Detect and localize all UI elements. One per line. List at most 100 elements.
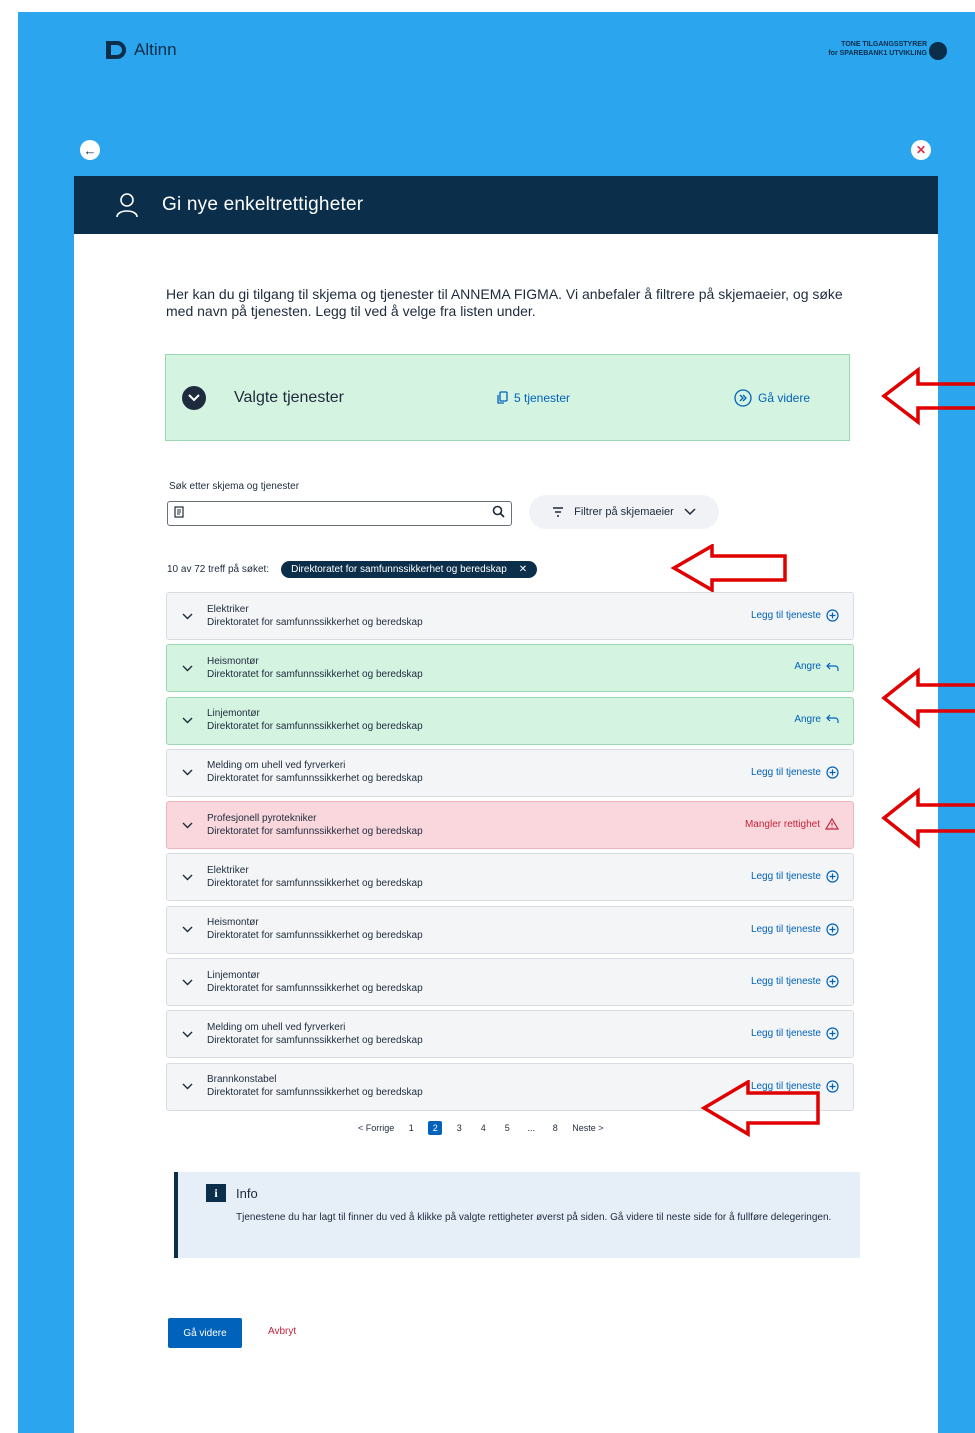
info-body: Tjenestene du har lagt til finner du ved… — [236, 1212, 832, 1223]
copy-icon — [497, 391, 508, 404]
service-owner: Direktoratet for samfunnssikkerhet og be… — [207, 721, 423, 733]
chevron-down-icon — [684, 508, 696, 516]
service-row[interactable]: Melding om uhell ved fyrverkeri Direktora… — [166, 748, 854, 797]
chevron-down-icon[interactable] — [182, 385, 206, 410]
plus-circle-icon — [826, 766, 839, 779]
service-action-label: Angre — [794, 713, 821, 725]
selected-next-button[interactable]: Gå videre — [734, 388, 811, 407]
pagination-page[interactable]: 8 — [548, 1121, 562, 1135]
chevron-down-icon[interactable] — [167, 979, 207, 986]
info-title: Info — [236, 1186, 258, 1201]
service-title: Linjemontør — [207, 708, 260, 720]
chevron-down-icon[interactable] — [167, 1031, 207, 1038]
results-summary-row: 10 av 72 treff på søket: Direktoratet fo… — [167, 561, 538, 578]
service-action-button[interactable]: Legg til tjeneste — [751, 609, 839, 622]
top-bar: Altinn TONE TILGANGSSTYRER for SPAREBANK… — [18, 12, 975, 132]
service-action-label: Legg til tjeneste — [750, 1028, 821, 1040]
service-action-button[interactable]: Legg til tjeneste — [751, 766, 839, 779]
plus-circle-icon — [826, 1027, 839, 1040]
filter-button[interactable]: Filtrer på skjemaeier — [529, 495, 719, 529]
service-action-button[interactable]: Angre — [794, 714, 839, 725]
service-title: Heismontør — [207, 655, 259, 667]
service-action-label: Legg til tjeneste — [750, 766, 821, 778]
service-action-button[interactable]: Mangler rettighet — [745, 818, 839, 830]
delegation-card: Gi nye enkeltrettigheter Her kan du gi t… — [74, 176, 938, 1433]
selected-count: 5 tjenester — [496, 391, 734, 405]
service-action-label: Legg til tjeneste — [750, 923, 821, 935]
service-row[interactable]: Heismontør Direktoratet for samfunnssikke… — [166, 905, 854, 954]
service-row[interactable]: Melding om uhell ved fyrverkeri Direktora… — [166, 1010, 854, 1059]
back-arrow-icon[interactable]: ← — [80, 140, 100, 160]
service-action-button[interactable]: Angre — [794, 661, 839, 672]
search-label: Søk etter skjema og tjenester — [169, 481, 300, 492]
selected-services-panel[interactable]: Valgte tjenester 5 tjenester Gå videre — [165, 354, 850, 441]
pagination-prev[interactable]: < Forrige — [358, 1121, 394, 1135]
service-row[interactable]: Elektriker Direktoratet for samfunnssikke… — [166, 592, 854, 640]
page-title: Gi nye enkeltrettigheter — [162, 194, 364, 215]
filter-icon — [553, 507, 564, 517]
pagination-page[interactable]: 4 — [476, 1121, 490, 1135]
pagination-next[interactable]: Neste > — [572, 1121, 603, 1135]
service-action-label: Angre — [794, 661, 821, 673]
pagination-page[interactable]: 2 — [428, 1121, 443, 1135]
service-action-label: Legg til tjeneste — [750, 610, 821, 621]
info-icon: i — [206, 1184, 226, 1202]
service-row[interactable]: Heismontør Direktoratet for samfunnssikke… — [166, 644, 854, 693]
service-action-label: Legg til tjeneste — [750, 871, 821, 883]
app-background: Altinn TONE TILGANGSSTYRER for SPAREBANK… — [18, 12, 975, 1433]
plus-circle-icon — [826, 870, 839, 884]
pagination-page[interactable]: 5 — [500, 1121, 514, 1135]
altinn-logo[interactable]: Altinn — [106, 40, 177, 60]
next-button[interactable]: Gå videre — [168, 1318, 242, 1348]
undo-icon — [826, 662, 839, 671]
chevron-down-icon[interactable] — [167, 926, 207, 933]
pagination: < Forrige 1 2 3 4 5... 8 Neste > — [358, 1121, 604, 1135]
document-icon — [174, 505, 184, 523]
user-name: TONE TILGANGSSTYRER — [841, 41, 927, 48]
close-icon[interactable]: ✕ — [911, 140, 931, 160]
filter-chip[interactable]: Direktoratet for samfunnssikkerhet og be… — [281, 561, 538, 578]
user-info[interactable]: TONE TILGANGSSTYRER for SPAREBANK1 UTVIK… — [828, 40, 927, 58]
filter-label: Filtrer på skjemaeier — [574, 506, 674, 518]
results-summary: 10 av 72 treff på søket: — [167, 564, 270, 575]
chevron-down-icon[interactable] — [167, 613, 207, 620]
person-icon — [112, 192, 142, 218]
annotation-arrow-icon — [670, 544, 787, 592]
service-text: Heismontør Direktoratet for samfunnssikke… — [207, 655, 853, 682]
search-icon[interactable] — [492, 505, 505, 523]
service-list: Elektriker Direktoratet for samfunnssikke… — [166, 592, 854, 1115]
pagination-page[interactable]: 3 — [452, 1121, 466, 1135]
filter-chip-label: Direktoratet for samfunnssikkerhet og be… — [291, 564, 507, 575]
service-action-label: Mangler rettighet — [744, 818, 820, 830]
chevron-down-icon[interactable] — [167, 874, 207, 881]
service-action-button[interactable]: Legg til tjeneste — [751, 1027, 839, 1040]
selected-services-title: Valgte tjenester — [234, 388, 344, 406]
service-row[interactable]: Linjemontør Direktoratet for samfunnssikk… — [166, 958, 854, 1007]
close-icon[interactable]: ✕ — [519, 564, 527, 575]
pagination-page[interactable]: 1 — [404, 1121, 418, 1135]
service-action-button[interactable]: Legg til tjeneste — [751, 975, 839, 988]
pagination-ellipsis: ... — [527, 1123, 536, 1133]
selected-next-label: Gå videre — [758, 390, 811, 405]
chevron-down-icon[interactable] — [167, 717, 207, 724]
chevron-down-icon[interactable] — [167, 1083, 207, 1090]
warning-icon — [825, 818, 839, 830]
chevron-down-icon[interactable] — [167, 769, 207, 776]
brand-name: Altinn — [134, 40, 177, 59]
cancel-button[interactable]: Avbryt — [268, 1326, 296, 1337]
user-avatar-icon[interactable] — [929, 42, 947, 60]
selected-count-label: 5 tjenester — [514, 390, 571, 405]
search-input[interactable] — [167, 501, 512, 526]
service-action-button[interactable]: Legg til tjeneste — [750, 870, 839, 884]
service-row[interactable]: Profesjonell pyrotekniker Direktoratet fo… — [166, 801, 854, 850]
plus-circle-icon — [826, 923, 839, 936]
service-row[interactable]: Linjemontør Direktoratet for samfunnssikk… — [166, 696, 854, 745]
double-chevron-right-icon — [734, 388, 752, 407]
service-row[interactable]: Elektriker Direktoratet for samfunnssikke… — [166, 853, 854, 902]
chevron-down-icon[interactable] — [167, 822, 207, 829]
service-action-button[interactable]: Legg til tjeneste — [751, 923, 839, 936]
service-action-label: Legg til tjeneste — [750, 976, 821, 988]
plus-circle-icon — [826, 609, 839, 622]
intro-text: Her kan du gi tilgang til skjema og tjen… — [166, 286, 843, 319]
chevron-down-icon[interactable] — [167, 665, 207, 672]
